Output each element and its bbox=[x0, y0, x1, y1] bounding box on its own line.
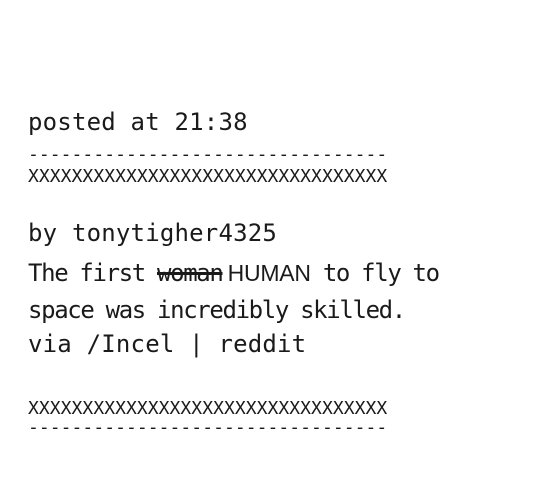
page: posted at 21:38 by tonytigher4325 via /I… bbox=[0, 0, 546, 484]
message-line-2: space was incredibly skilled. bbox=[28, 296, 406, 324]
message-line-1: The first woman HUMAN to fly to bbox=[28, 255, 528, 292]
x-separator-top: XXXXXXXXXXXXXXXXXXXXXXXXXXXXXXXXX bbox=[28, 166, 388, 187]
message-text-start: The first bbox=[28, 259, 157, 287]
emphasized-word: HUMAN bbox=[222, 260, 311, 286]
post-meta: posted at 21:38 by tonytigher4325 via /I… bbox=[28, 30, 528, 437]
posted-time: posted at 21:38 bbox=[28, 108, 248, 136]
dash-separator-top: --------------------------------- bbox=[28, 144, 388, 165]
dash-separator-bottom: --------------------------------- bbox=[28, 417, 388, 438]
author: by tonytigher4325 bbox=[28, 219, 278, 247]
message-text: The first woman HUMAN to fly to space wa… bbox=[28, 255, 528, 329]
struck-word: woman bbox=[157, 259, 224, 287]
message-text-end: to fly to bbox=[310, 259, 440, 287]
source: via /Incel | reddit bbox=[28, 330, 307, 358]
